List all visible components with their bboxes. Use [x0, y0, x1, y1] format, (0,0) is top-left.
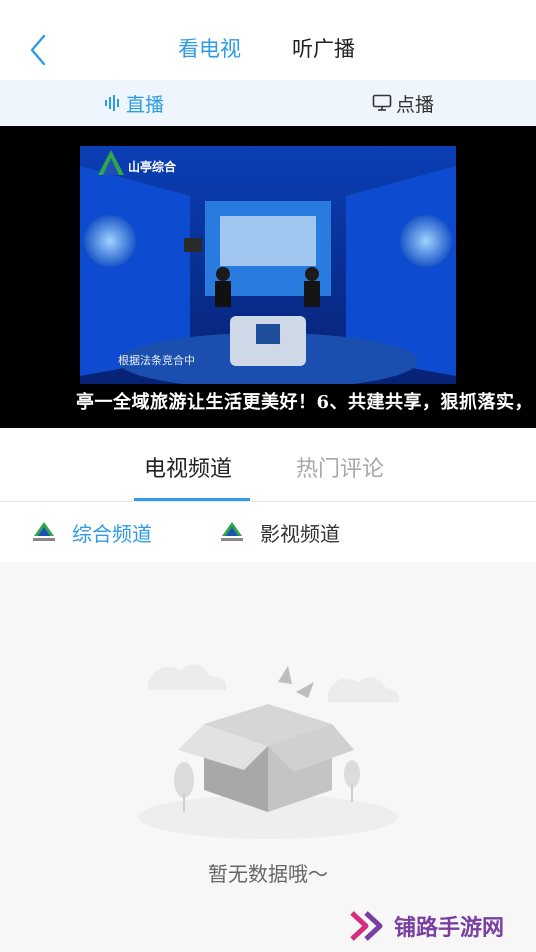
empty-box-illustration [138, 664, 399, 839]
channel-label: 影视频道 [260, 521, 340, 546]
live-tab[interactable]: 直播 [104, 88, 164, 118]
empty-message: 暂无数据哦～ [208, 862, 328, 886]
video-frame [80, 146, 456, 408]
video-player[interactable]: 山亭综合 根据法条竞合中 亭一全域旅游让生活更美好！6、共建共享，狠抓落实， [0, 126, 536, 428]
channel-item-film[interactable]: 影视频道 [218, 516, 340, 548]
channel-label: 综合频道 [72, 521, 152, 546]
active-tab-indicator [134, 498, 250, 501]
back-button[interactable] [24, 30, 54, 70]
empty-state: 暂无数据哦～ [0, 562, 536, 952]
monitor-icon [372, 94, 392, 111]
tab-hot-comments[interactable]: 热门评论 [296, 454, 384, 486]
news-ticker: 亭一全域旅游让生活更美好！6、共建共享，狠抓落实， [76, 392, 534, 413]
live-tab-label: 直播 [126, 93, 165, 116]
site-watermark: 铺路手游网 [348, 906, 504, 946]
channel-logo-icon [221, 522, 243, 541]
tab-tv-channels[interactable]: 电视频道 [144, 454, 232, 486]
tab-watch-tv[interactable]: 看电视 [178, 34, 241, 64]
section-tabs: 电视频道 热门评论 [0, 428, 536, 502]
top-nav-bar: 看电视 听广播 [0, 0, 536, 80]
page: 看电视 听广播 直播 点播 山亭综合 根据法条竞合中 亭一全域旅游让生活更美好！… [0, 0, 536, 952]
channel-logo-icon [98, 150, 124, 175]
channel-logo-icon [33, 522, 55, 541]
watermark-logo-icon [350, 911, 383, 941]
channel-list: 综合频道 影视频道 [0, 502, 536, 562]
vod-tab[interactable]: 点播 [372, 88, 434, 118]
channel-logo-text: 山亭综合 [128, 160, 177, 174]
live-signal-icon [105, 95, 119, 111]
mode-switch-bar: 直播 点播 [0, 80, 536, 126]
video-subtitle: 根据法条竞合中 [118, 354, 195, 367]
chevron-left-icon [30, 34, 46, 66]
vod-tab-label: 点播 [396, 93, 435, 116]
watermark-text: 铺路手游网 [394, 916, 505, 941]
studio-scene-image [80, 146, 456, 408]
tab-listen-radio[interactable]: 听广播 [292, 34, 355, 64]
channel-item-general[interactable]: 综合频道 [30, 516, 152, 548]
